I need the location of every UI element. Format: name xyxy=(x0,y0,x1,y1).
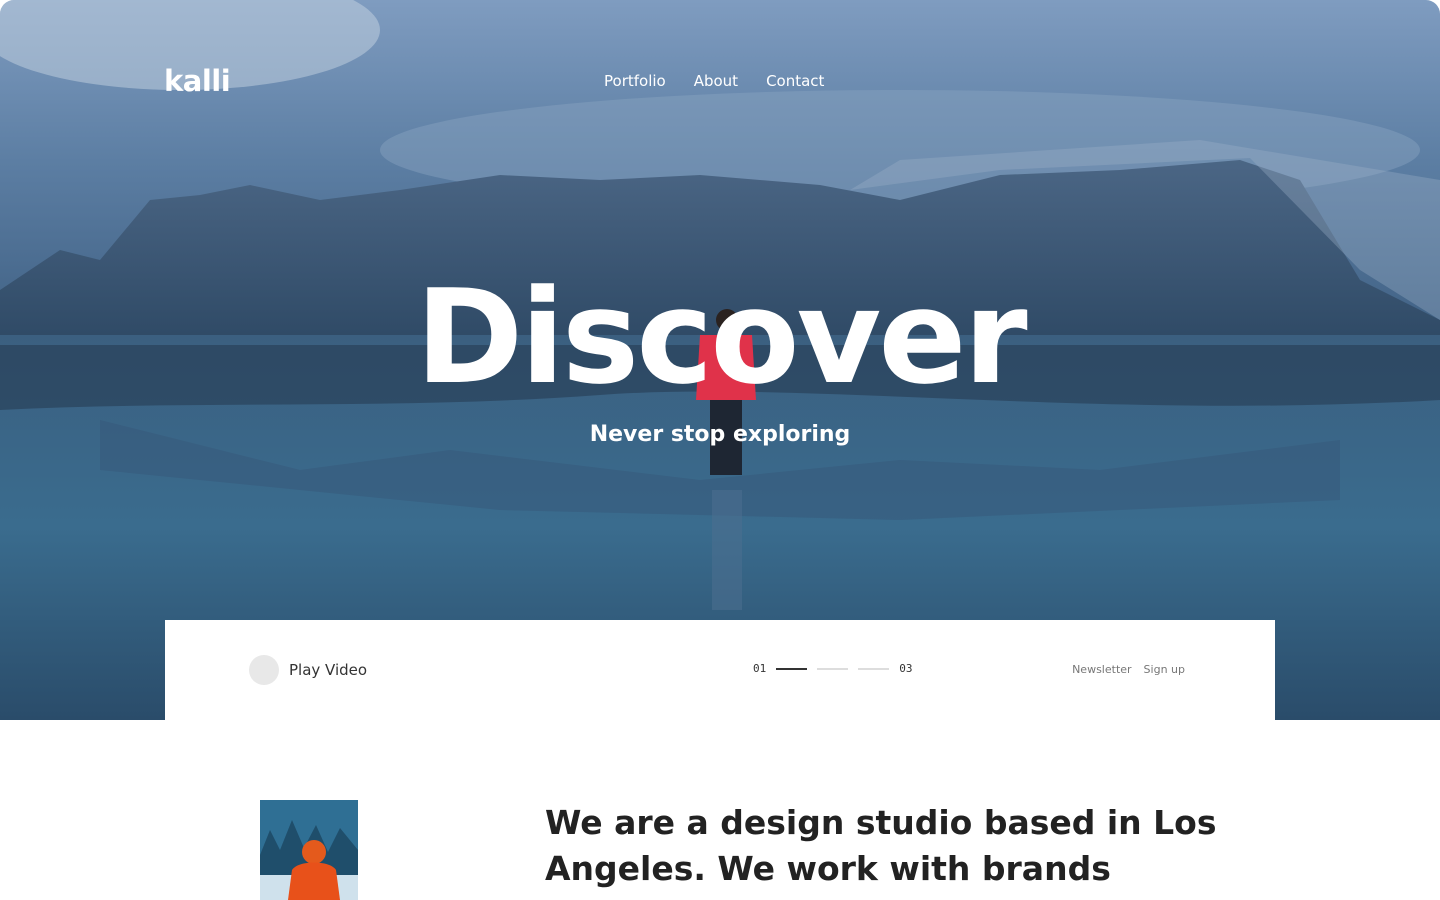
pager-dash-2[interactable] xyxy=(817,667,849,670)
hero-subtitle: Never stop exploring xyxy=(589,422,851,447)
play-icon xyxy=(249,655,279,685)
pager-dash-1[interactable] xyxy=(776,667,808,670)
nav-link-about[interactable]: About xyxy=(694,72,738,90)
hero-section: kalli Portfolio About Contact Discover N… xyxy=(0,0,1440,720)
play-video-button[interactable]: Play Video xyxy=(249,655,367,685)
newsletter-link[interactable]: Newsletter xyxy=(1072,663,1131,676)
brand-logo[interactable]: kalli xyxy=(164,64,231,98)
about-headline: We are a design studio based in Los Ange… xyxy=(545,803,1217,888)
play-video-label: Play Video xyxy=(289,661,368,679)
main-nav: Portfolio About Contact xyxy=(604,72,824,90)
nav-link-contact[interactable]: Contact xyxy=(766,72,824,90)
person-in-orange-jacket-photo xyxy=(260,800,358,900)
nav-link-portfolio[interactable]: Portfolio xyxy=(604,72,666,90)
slide-pager: 01 03 xyxy=(753,662,913,675)
hero-title: Discover xyxy=(415,261,1027,413)
pager-dash-3[interactable] xyxy=(858,667,890,670)
landing-page: kalli Portfolio About Contact Discover N… xyxy=(0,0,1440,900)
pager-start-number: 01 xyxy=(753,662,767,675)
hero-controls-bar: Play Video 01 03 Newsletter Sign up xyxy=(165,620,1275,720)
about-thumbnail-image xyxy=(260,800,358,900)
pager-end-number: 03 xyxy=(899,662,913,675)
newsletter-links: Newsletter Sign up xyxy=(1072,663,1185,676)
signup-link[interactable]: Sign up xyxy=(1144,663,1185,676)
